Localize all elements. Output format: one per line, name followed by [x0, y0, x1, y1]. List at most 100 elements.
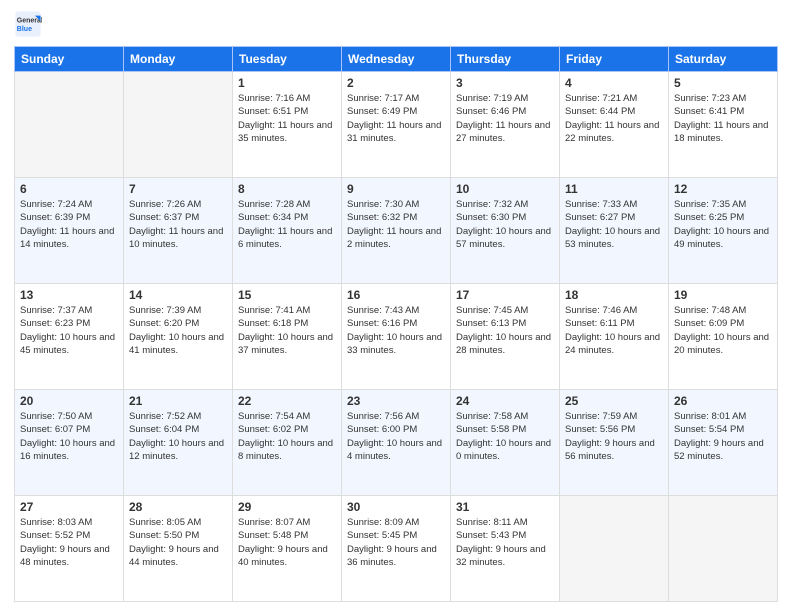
day-info: Sunrise: 7:30 AMSunset: 6:32 PMDaylight:… — [347, 198, 445, 251]
calendar-cell: 21 Sunrise: 7:52 AMSunset: 6:04 PMDayligh… — [124, 390, 233, 496]
header: General Blue — [14, 10, 778, 38]
day-info: Sunrise: 7:37 AMSunset: 6:23 PMDaylight:… — [20, 304, 118, 357]
calendar-cell: 20 Sunrise: 7:50 AMSunset: 6:07 PMDayligh… — [15, 390, 124, 496]
day-number: 3 — [456, 76, 554, 90]
day-number: 19 — [674, 288, 772, 302]
day-info: Sunrise: 7:59 AMSunset: 5:56 PMDaylight:… — [565, 410, 663, 463]
weekday-header-friday: Friday — [560, 47, 669, 72]
calendar-cell: 7 Sunrise: 7:26 AMSunset: 6:37 PMDaylight… — [124, 178, 233, 284]
svg-text:Blue: Blue — [17, 26, 32, 33]
day-info: Sunrise: 7:54 AMSunset: 6:02 PMDaylight:… — [238, 410, 336, 463]
day-number: 22 — [238, 394, 336, 408]
day-number: 4 — [565, 76, 663, 90]
day-number: 21 — [129, 394, 227, 408]
weekday-header-saturday: Saturday — [669, 47, 778, 72]
calendar-cell — [669, 496, 778, 602]
day-number: 1 — [238, 76, 336, 90]
calendar-week-row: 1 Sunrise: 7:16 AMSunset: 6:51 PMDaylight… — [15, 72, 778, 178]
weekday-header-sunday: Sunday — [15, 47, 124, 72]
day-number: 14 — [129, 288, 227, 302]
calendar-cell: 14 Sunrise: 7:39 AMSunset: 6:20 PMDayligh… — [124, 284, 233, 390]
day-number: 7 — [129, 182, 227, 196]
day-number: 13 — [20, 288, 118, 302]
calendar-cell: 31 Sunrise: 8:11 AMSunset: 5:43 PMDayligh… — [451, 496, 560, 602]
day-info: Sunrise: 7:23 AMSunset: 6:41 PMDaylight:… — [674, 92, 772, 145]
calendar-cell: 15 Sunrise: 7:41 AMSunset: 6:18 PMDayligh… — [233, 284, 342, 390]
calendar-cell: 5 Sunrise: 7:23 AMSunset: 6:41 PMDaylight… — [669, 72, 778, 178]
day-number: 20 — [20, 394, 118, 408]
calendar-cell — [124, 72, 233, 178]
day-number: 10 — [456, 182, 554, 196]
day-number: 29 — [238, 500, 336, 514]
day-info: Sunrise: 7:24 AMSunset: 6:39 PMDaylight:… — [20, 198, 118, 251]
day-number: 9 — [347, 182, 445, 196]
calendar-cell: 27 Sunrise: 8:03 AMSunset: 5:52 PMDayligh… — [15, 496, 124, 602]
calendar-cell — [560, 496, 669, 602]
day-number: 28 — [129, 500, 227, 514]
calendar-cell: 4 Sunrise: 7:21 AMSunset: 6:44 PMDaylight… — [560, 72, 669, 178]
weekday-header-wednesday: Wednesday — [342, 47, 451, 72]
calendar-cell: 10 Sunrise: 7:32 AMSunset: 6:30 PMDayligh… — [451, 178, 560, 284]
calendar-cell: 29 Sunrise: 8:07 AMSunset: 5:48 PMDayligh… — [233, 496, 342, 602]
day-info: Sunrise: 7:48 AMSunset: 6:09 PMDaylight:… — [674, 304, 772, 357]
day-info: Sunrise: 7:32 AMSunset: 6:30 PMDaylight:… — [456, 198, 554, 251]
calendar-cell: 18Sunrise: 7:46 AMSunset: 6:11 PMDayligh… — [560, 284, 669, 390]
calendar-cell: 23Sunrise: 7:56 AMSunset: 6:00 PMDayligh… — [342, 390, 451, 496]
calendar-week-row: 13 Sunrise: 7:37 AMSunset: 6:23 PMDayligh… — [15, 284, 778, 390]
calendar-cell: 3 Sunrise: 7:19 AMSunset: 6:46 PMDaylight… — [451, 72, 560, 178]
day-info: Sunrise: 7:35 AMSunset: 6:25 PMDaylight:… — [674, 198, 772, 251]
day-info: Sunrise: 7:19 AMSunset: 6:46 PMDaylight:… — [456, 92, 554, 145]
day-number: 31 — [456, 500, 554, 514]
logo: General Blue — [14, 10, 46, 38]
calendar-cell: 9 Sunrise: 7:30 AMSunset: 6:32 PMDaylight… — [342, 178, 451, 284]
day-number: 24 — [456, 394, 554, 408]
day-info: Sunrise: 7:26 AMSunset: 6:37 PMDaylight:… — [129, 198, 227, 251]
day-info: Sunrise: 8:01 AMSunset: 5:54 PMDaylight:… — [674, 410, 772, 463]
logo-icon: General Blue — [14, 10, 42, 38]
day-info: Sunrise: 7:21 AMSunset: 6:44 PMDaylight:… — [565, 92, 663, 145]
day-number: 5 — [674, 76, 772, 90]
weekday-header-thursday: Thursday — [451, 47, 560, 72]
day-info: Sunrise: 8:09 AMSunset: 5:45 PMDaylight:… — [347, 516, 445, 569]
calendar-week-row: 20 Sunrise: 7:50 AMSunset: 6:07 PMDayligh… — [15, 390, 778, 496]
page: General Blue SundayMondayTuesdayWednesda… — [0, 0, 792, 612]
calendar-cell: 1 Sunrise: 7:16 AMSunset: 6:51 PMDaylight… — [233, 72, 342, 178]
calendar-cell: 16 Sunrise: 7:43 AMSunset: 6:16 PMDayligh… — [342, 284, 451, 390]
day-info: Sunrise: 8:07 AMSunset: 5:48 PMDaylight:… — [238, 516, 336, 569]
day-number: 30 — [347, 500, 445, 514]
day-number: 26 — [674, 394, 772, 408]
day-info: Sunrise: 8:05 AMSunset: 5:50 PMDaylight:… — [129, 516, 227, 569]
calendar-table: SundayMondayTuesdayWednesdayThursdayFrid… — [14, 46, 778, 602]
weekday-header-tuesday: Tuesday — [233, 47, 342, 72]
day-number: 8 — [238, 182, 336, 196]
day-info: Sunrise: 7:43 AMSunset: 6:16 PMDaylight:… — [347, 304, 445, 357]
calendar-cell: 17Sunrise: 7:45 AMSunset: 6:13 PMDayligh… — [451, 284, 560, 390]
day-number: 15 — [238, 288, 336, 302]
day-number: 27 — [20, 500, 118, 514]
calendar-cell: 11Sunrise: 7:33 AMSunset: 6:27 PMDayligh… — [560, 178, 669, 284]
day-info: Sunrise: 8:03 AMSunset: 5:52 PMDaylight:… — [20, 516, 118, 569]
day-number: 11 — [565, 182, 663, 196]
day-number: 16 — [347, 288, 445, 302]
day-info: Sunrise: 7:41 AMSunset: 6:18 PMDaylight:… — [238, 304, 336, 357]
calendar-cell — [15, 72, 124, 178]
calendar-cell: 26 Sunrise: 8:01 AMSunset: 5:54 PMDayligh… — [669, 390, 778, 496]
day-info: Sunrise: 7:16 AMSunset: 6:51 PMDaylight:… — [238, 92, 336, 145]
calendar-cell: 22 Sunrise: 7:54 AMSunset: 6:02 PMDayligh… — [233, 390, 342, 496]
day-info: Sunrise: 7:52 AMSunset: 6:04 PMDaylight:… — [129, 410, 227, 463]
calendar-header-row: SundayMondayTuesdayWednesdayThursdayFrid… — [15, 47, 778, 72]
day-number: 18 — [565, 288, 663, 302]
weekday-header-monday: Monday — [124, 47, 233, 72]
day-number: 2 — [347, 76, 445, 90]
day-info: Sunrise: 8:11 AMSunset: 5:43 PMDaylight:… — [456, 516, 554, 569]
calendar-cell: 8 Sunrise: 7:28 AMSunset: 6:34 PMDaylight… — [233, 178, 342, 284]
day-number: 12 — [674, 182, 772, 196]
calendar-cell: 6 Sunrise: 7:24 AMSunset: 6:39 PMDaylight… — [15, 178, 124, 284]
day-info: Sunrise: 7:28 AMSunset: 6:34 PMDaylight:… — [238, 198, 336, 251]
day-info: Sunrise: 7:39 AMSunset: 6:20 PMDaylight:… — [129, 304, 227, 357]
day-info: Sunrise: 7:50 AMSunset: 6:07 PMDaylight:… — [20, 410, 118, 463]
day-info: Sunrise: 7:58 AMSunset: 5:58 PMDaylight:… — [456, 410, 554, 463]
day-number: 23 — [347, 394, 445, 408]
day-number: 6 — [20, 182, 118, 196]
calendar-week-row: 6 Sunrise: 7:24 AMSunset: 6:39 PMDaylight… — [15, 178, 778, 284]
